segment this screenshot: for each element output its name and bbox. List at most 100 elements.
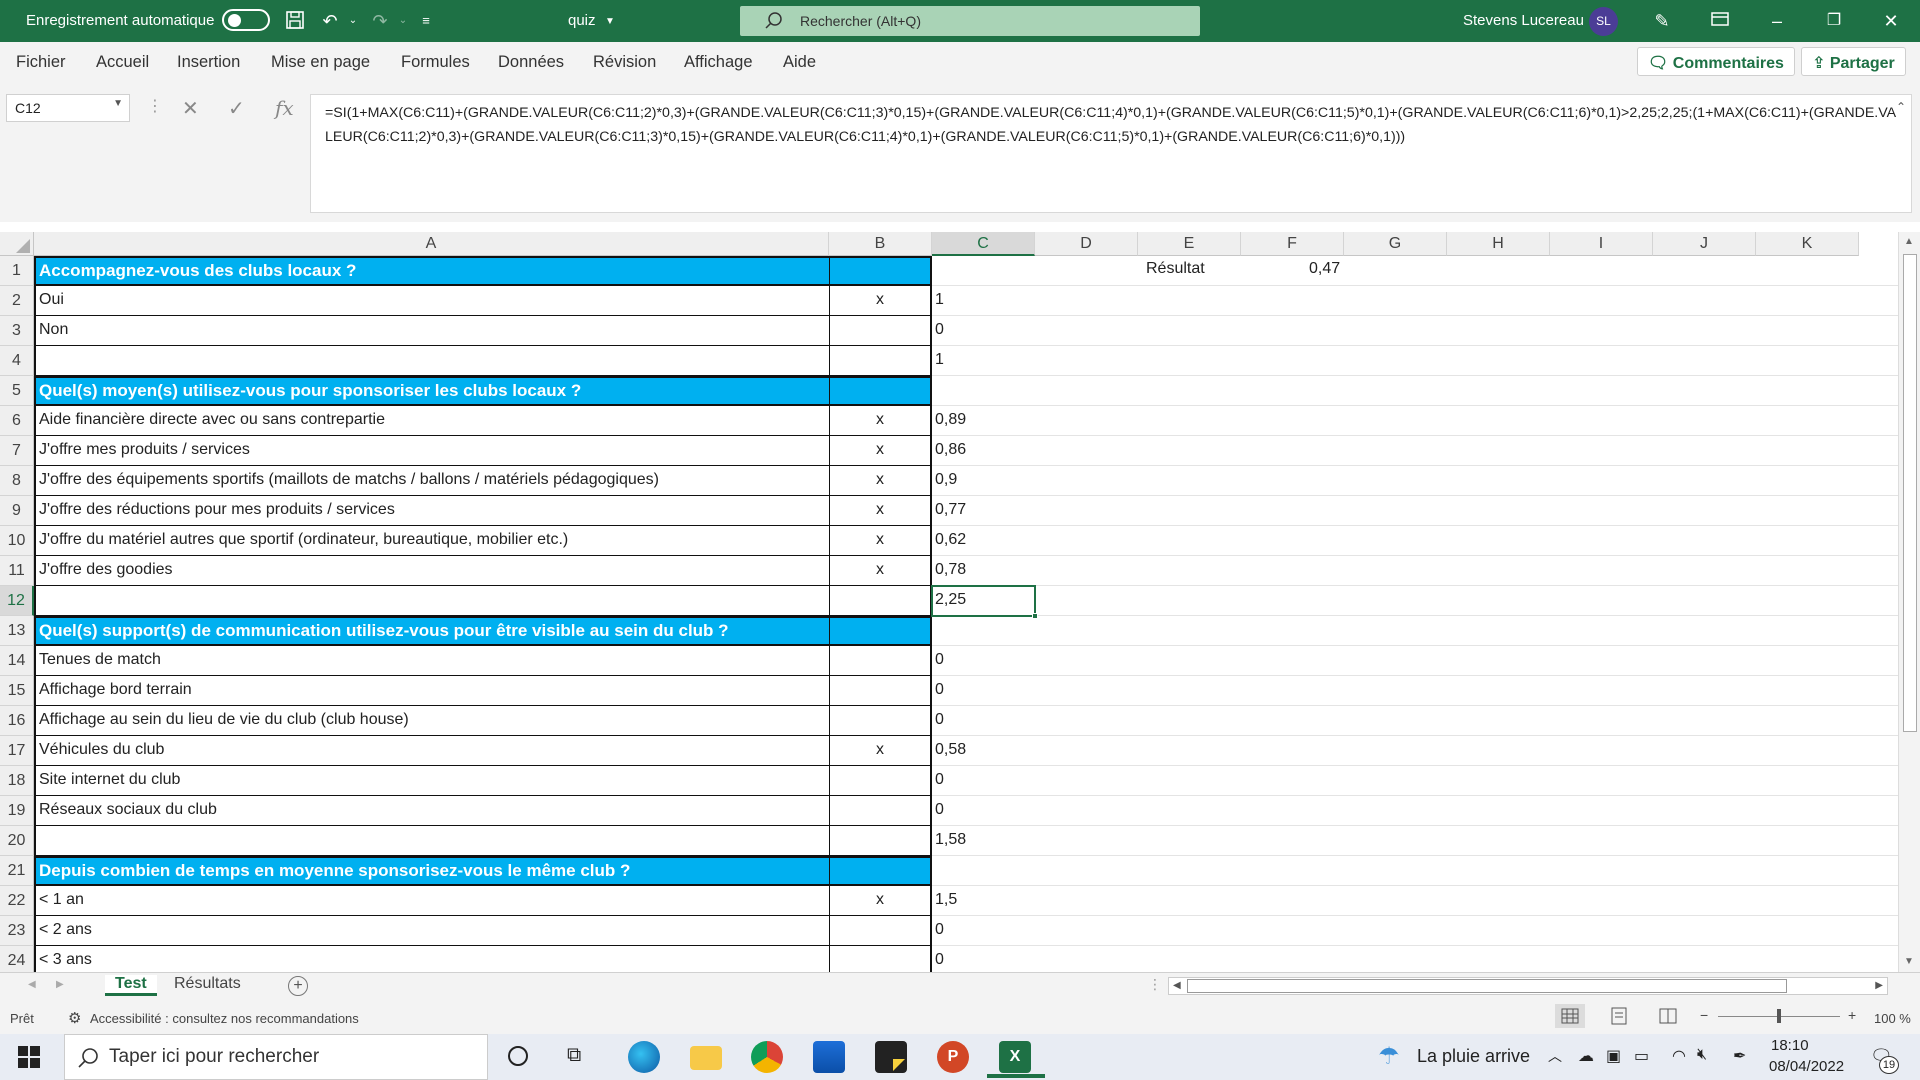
option-cell[interactable]: Non [34,316,829,346]
option-cell[interactable]: J'offre mes produits / services [34,436,829,466]
column-header-a[interactable]: A [34,232,829,256]
vertical-scrollbar[interactable]: ▲ ▼ [1898,232,1920,974]
score-cell[interactable]: 0 [932,796,1035,826]
zoom-level[interactable]: 100 % [1874,1011,1911,1026]
pen-workspace-icon[interactable]: ✒ [1733,1046,1746,1066]
option-cell[interactable]: < 2 ans [34,916,829,946]
horizontal-scroll-thumb[interactable] [1187,979,1787,993]
question-cell[interactable]: Quel(s) moyen(s) utilisez-vous pour spon… [34,376,829,406]
answer-mark-cell[interactable] [829,856,932,886]
option-cell[interactable] [34,346,829,376]
answer-mark-cell[interactable] [829,616,932,646]
answer-mark-cell[interactable] [829,766,932,796]
option-cell[interactable]: < 3 ans [34,946,829,974]
tab-splitter-icon[interactable]: ⋮ [1148,976,1162,993]
fill-handle[interactable] [1032,613,1038,619]
tab-formules[interactable]: Formules [401,53,470,72]
option-cell[interactable]: Site internet du club [34,766,829,796]
edge-icon[interactable] [628,1041,660,1073]
store-icon[interactable] [813,1041,845,1073]
redo-icon[interactable]: ↷ [368,9,392,33]
score-cell[interactable]: 0 [932,646,1035,676]
answer-mark-cell[interactable]: x [829,526,932,556]
spreadsheet-grid[interactable]: ABCDEFGHIJK 1 Accompagnez-vous des clubs … [0,232,1920,974]
score-cell[interactable]: 0,62 [932,526,1035,556]
undo-dropdown-icon[interactable]: ⌄ [341,9,365,33]
tab-affichage[interactable]: Affichage [684,53,753,72]
scroll-left-icon[interactable]: ◀ [1173,980,1181,991]
taskbar-search[interactable]: Taper ici pour rechercher [64,1034,488,1080]
weather-umbrella-icon[interactable]: ☂ [1378,1042,1400,1071]
result-value[interactable]: 0,47 [1306,255,1340,278]
score-cell[interactable] [932,856,1035,886]
answer-mark-cell[interactable] [829,376,932,406]
powerpoint-icon[interactable]: P [937,1041,969,1073]
onedrive-icon[interactable]: ☁ [1578,1046,1594,1066]
row-header[interactable]: 22 [0,886,34,916]
clock-time[interactable]: 18:10 [1771,1037,1809,1054]
option-cell[interactable]: Oui [34,286,829,316]
page-layout-view-icon[interactable] [1607,1004,1631,1031]
excel-icon[interactable]: X [999,1041,1031,1073]
task-view-icon[interactable]: ⧉ [567,1044,581,1067]
name-box-dropdown-icon[interactable]: ▼ [113,98,123,109]
column-header-h[interactable]: H [1447,232,1550,256]
cancel-icon[interactable]: ✕ [182,96,199,121]
comments-button[interactable]: 🗨 Commentaires [1637,47,1795,76]
option-cell[interactable]: J'offre des équipements sportifs (maillo… [34,466,829,496]
row-header[interactable]: 7 [0,436,34,466]
score-cell[interactable]: 0,78 [932,556,1035,586]
score-cell[interactable]: 1 [932,346,1035,376]
answer-mark-cell[interactable] [829,946,932,974]
answer-mark-cell[interactable]: x [829,406,932,436]
score-cell[interactable]: 0 [932,316,1035,346]
scroll-down-icon[interactable]: ▼ [1904,956,1914,967]
answer-mark-cell[interactable]: x [829,556,932,586]
question-cell[interactable]: Quel(s) support(s) de communication util… [34,616,829,646]
undo-icon[interactable]: ↶ [318,9,342,33]
row-header[interactable]: 14 [0,646,34,676]
doc-name-dropdown-icon[interactable]: ▼ [598,10,622,34]
customize-qat-icon[interactable]: ≡ [414,9,438,33]
show-hidden-icons-icon[interactable]: ︿ [1548,1046,1562,1066]
tab-revision[interactable]: Révision [593,53,656,72]
option-cell[interactable]: < 1 an [34,886,829,916]
row-header[interactable]: 15 [0,676,34,706]
option-cell[interactable]: Véhicules du club [34,736,829,766]
column-header-e[interactable]: E [1138,232,1241,256]
collapse-formula-bar-icon[interactable]: ⌃ [1896,100,1906,114]
answer-mark-cell[interactable] [829,646,932,676]
row-header[interactable]: 17 [0,736,34,766]
sheet-tab-test[interactable]: Test [105,975,157,996]
question-cell[interactable]: Depuis combien de temps en moyenne spons… [34,856,829,886]
horizontal-scrollbar[interactable]: ◀ ▶ [1168,977,1888,995]
cortana-icon[interactable] [508,1046,528,1066]
normal-view-icon[interactable] [1555,1004,1585,1028]
row-header[interactable]: 13 [0,616,34,646]
insert-function-icon[interactable]: fx [275,96,294,120]
autosave-toggle[interactable] [222,9,270,31]
answer-mark-cell[interactable] [829,316,932,346]
score-cell[interactable] [932,376,1035,406]
clock-date[interactable]: 08/04/2022 [1769,1058,1844,1075]
sheet-tab-resultats[interactable]: Résultats [174,975,241,993]
scroll-up-icon[interactable]: ▲ [1904,236,1914,247]
column-header-b[interactable]: B [829,232,932,256]
notification-count-badge[interactable]: 19 [1879,1056,1899,1074]
add-sheet-icon[interactable]: + [288,976,308,996]
option-cell[interactable]: Aide financière directe avec ou sans con… [34,406,829,436]
option-cell[interactable] [34,586,829,616]
answer-mark-cell[interactable] [829,826,932,856]
row-header[interactable]: 6 [0,406,34,436]
answer-mark-cell[interactable]: x [829,736,932,766]
document-name[interactable]: quiz [568,12,596,29]
score-cell[interactable] [932,616,1035,646]
score-cell[interactable]: 0,86 [932,436,1035,466]
row-header[interactable]: 9 [0,496,34,526]
page-break-view-icon[interactable] [1656,1004,1680,1031]
row-header[interactable]: 16 [0,706,34,736]
close-icon[interactable]: ✕ [1879,9,1903,33]
row-header[interactable]: 23 [0,916,34,946]
row-header[interactable]: 8 [0,466,34,496]
user-name[interactable]: Stevens Lucereau [1463,12,1584,29]
